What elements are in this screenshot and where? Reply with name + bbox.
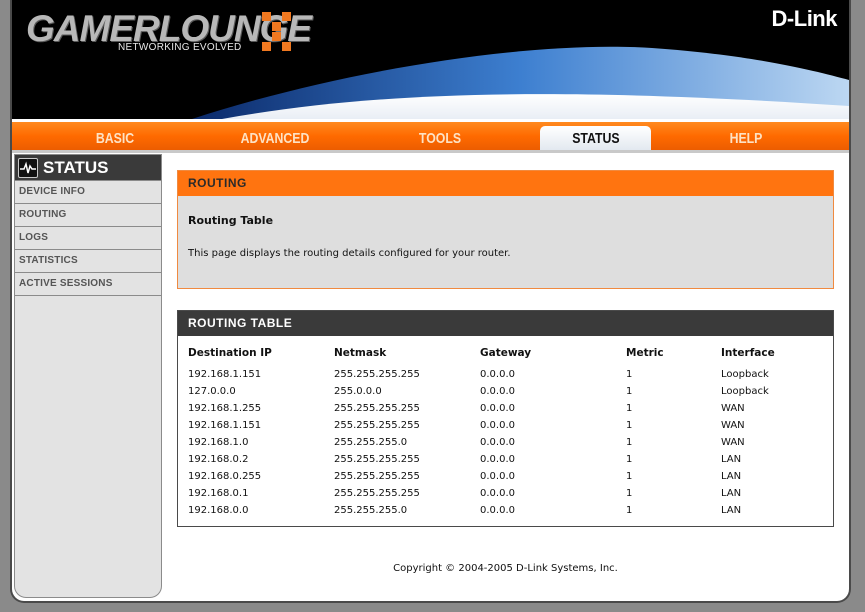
tab-basic[interactable]: BASIC — [70, 126, 160, 152]
routing-table: Destination IP Netmask Gateway Metric In… — [188, 347, 821, 519]
routing-info-panel: ROUTING Routing Table This page displays… — [177, 170, 834, 289]
tab-advanced[interactable]: ADVANCED — [230, 126, 320, 152]
table-row: 192.168.1.255 255.255.255.255 0.0.0.0 1 … — [188, 400, 821, 417]
cell-interface: Loopback — [721, 386, 769, 397]
cell-gateway: 0.0.0.0 — [480, 420, 515, 431]
routing-table-heading: ROUTING TABLE — [178, 311, 833, 336]
nav-divider — [12, 150, 849, 153]
vendor-logo: D-Link — [771, 6, 838, 31]
tab-status-label: STATUS — [571, 130, 620, 147]
tab-help[interactable]: HELP — [701, 126, 791, 152]
cell-interface: WAN — [721, 403, 745, 414]
table-row: 192.168.0.2 255.255.255.255 0.0.0.0 1 LA… — [188, 451, 821, 468]
sidebar-title: STATUS — [43, 157, 109, 177]
cell-destination-ip: 192.168.0.1 — [188, 488, 249, 499]
cell-interface: WAN — [721, 420, 745, 431]
brand-logo-mark-icon — [262, 12, 292, 52]
cell-destination-ip: 192.168.1.255 — [188, 403, 262, 414]
copyright-footer: Copyright © 2004-2005 D-Link Systems, In… — [393, 563, 618, 574]
cell-interface: WAN — [721, 437, 745, 448]
cell-destination-ip: 192.168.0.255 — [188, 471, 262, 482]
routing-info-description: This page displays the routing details c… — [188, 248, 511, 259]
cell-netmask: 255.255.255.0 — [334, 505, 408, 516]
column-header-destination-ip: Destination IP — [188, 347, 272, 359]
cell-interface: LAN — [721, 471, 742, 482]
cell-gateway: 0.0.0.0 — [480, 369, 515, 380]
cell-gateway: 0.0.0.0 — [480, 454, 515, 465]
cell-destination-ip: 192.168.1.151 — [188, 420, 262, 431]
header-banner: GAMERLOUNGE NETWORKING EVOLVED D-Link — [12, 0, 849, 119]
cell-gateway: 0.0.0.0 — [480, 437, 515, 448]
main-navigation: BASIC ADVANCED TOOLS STATUS HELP — [12, 119, 849, 153]
table-row: 192.168.0.1 255.255.255.255 0.0.0.0 1 LA… — [188, 485, 821, 502]
sidebar-item-routing[interactable]: ROUTING — [15, 204, 161, 227]
cell-netmask: 255.255.255.255 — [334, 454, 420, 465]
cell-metric: 1 — [626, 403, 633, 414]
cell-metric: 1 — [626, 386, 633, 397]
cell-netmask: 255.255.255.255 — [334, 403, 420, 414]
cell-gateway: 0.0.0.0 — [480, 386, 515, 397]
column-header-netmask: Netmask — [334, 347, 387, 359]
cell-metric: 1 — [626, 437, 633, 448]
cell-interface: LAN — [721, 488, 742, 499]
cell-destination-ip: 127.0.0.0 — [188, 386, 236, 397]
cell-netmask: 255.255.255.0 — [334, 437, 408, 448]
cell-destination-ip: 192.168.1.0 — [188, 437, 249, 448]
table-row: 192.168.1.151 255.255.255.255 0.0.0.0 1 … — [188, 366, 821, 383]
cell-netmask: 255.255.255.255 — [334, 420, 420, 431]
column-header-metric: Metric — [626, 347, 664, 359]
routing-table-panel: ROUTING TABLE Destination IP Netmask Gat… — [177, 310, 834, 527]
table-row: 192.168.1.0 255.255.255.0 0.0.0.0 1 WAN — [188, 434, 821, 451]
column-header-gateway: Gateway — [480, 347, 532, 359]
sidebar-item-device-info[interactable]: DEVICE INFO — [15, 181, 161, 204]
cell-gateway: 0.0.0.0 — [480, 403, 515, 414]
cell-gateway: 0.0.0.0 — [480, 488, 515, 499]
cell-metric: 1 — [626, 505, 633, 516]
cell-interface: LAN — [721, 454, 742, 465]
sidebar-item-logs[interactable]: LOGS — [15, 227, 161, 250]
sidebar-item-active-sessions[interactable]: ACTIVE SESSIONS — [15, 273, 161, 296]
tab-status[interactable]: STATUS — [540, 126, 651, 153]
routing-info-heading: ROUTING — [178, 171, 833, 196]
router-admin-page: GAMERLOUNGE NETWORKING EVOLVED D-Link BA… — [10, 0, 851, 603]
sidebar: STATUS DEVICE INFO ROUTING LOGS STATISTI… — [14, 154, 162, 598]
cell-gateway: 0.0.0.0 — [480, 471, 515, 482]
pulse-monitor-icon — [18, 157, 38, 178]
cell-metric: 1 — [626, 471, 633, 482]
cell-netmask: 255.255.255.255 — [334, 471, 420, 482]
routing-table-header-row: Destination IP Netmask Gateway Metric In… — [188, 347, 821, 366]
cell-metric: 1 — [626, 454, 633, 465]
cell-destination-ip: 192.168.0.0 — [188, 505, 249, 516]
routing-info-title: Routing Table — [188, 214, 274, 227]
table-row: 192.168.0.0 255.255.255.0 0.0.0.0 1 LAN — [188, 502, 821, 519]
cell-metric: 1 — [626, 420, 633, 431]
sidebar-item-statistics[interactable]: STATISTICS — [15, 250, 161, 273]
cell-interface: LAN — [721, 505, 742, 516]
sidebar-header: STATUS — [15, 155, 161, 181]
table-row: 127.0.0.0 255.0.0.0 0.0.0.0 1 Loopback — [188, 383, 821, 400]
cell-interface: Loopback — [721, 369, 769, 380]
column-header-interface: Interface — [721, 347, 775, 359]
cell-netmask: 255.0.0.0 — [334, 386, 382, 397]
cell-destination-ip: 192.168.0.2 — [188, 454, 249, 465]
cell-metric: 1 — [626, 488, 633, 499]
brand-tagline: NETWORKING EVOLVED — [118, 42, 242, 53]
tab-tools[interactable]: TOOLS — [395, 126, 485, 152]
cell-netmask: 255.255.255.255 — [334, 369, 420, 380]
cell-metric: 1 — [626, 369, 633, 380]
cell-destination-ip: 192.168.1.151 — [188, 369, 262, 380]
cell-gateway: 0.0.0.0 — [480, 505, 515, 516]
cell-netmask: 255.255.255.255 — [334, 488, 420, 499]
table-row: 192.168.1.151 255.255.255.255 0.0.0.0 1 … — [188, 417, 821, 434]
table-row: 192.168.0.255 255.255.255.255 0.0.0.0 1 … — [188, 468, 821, 485]
